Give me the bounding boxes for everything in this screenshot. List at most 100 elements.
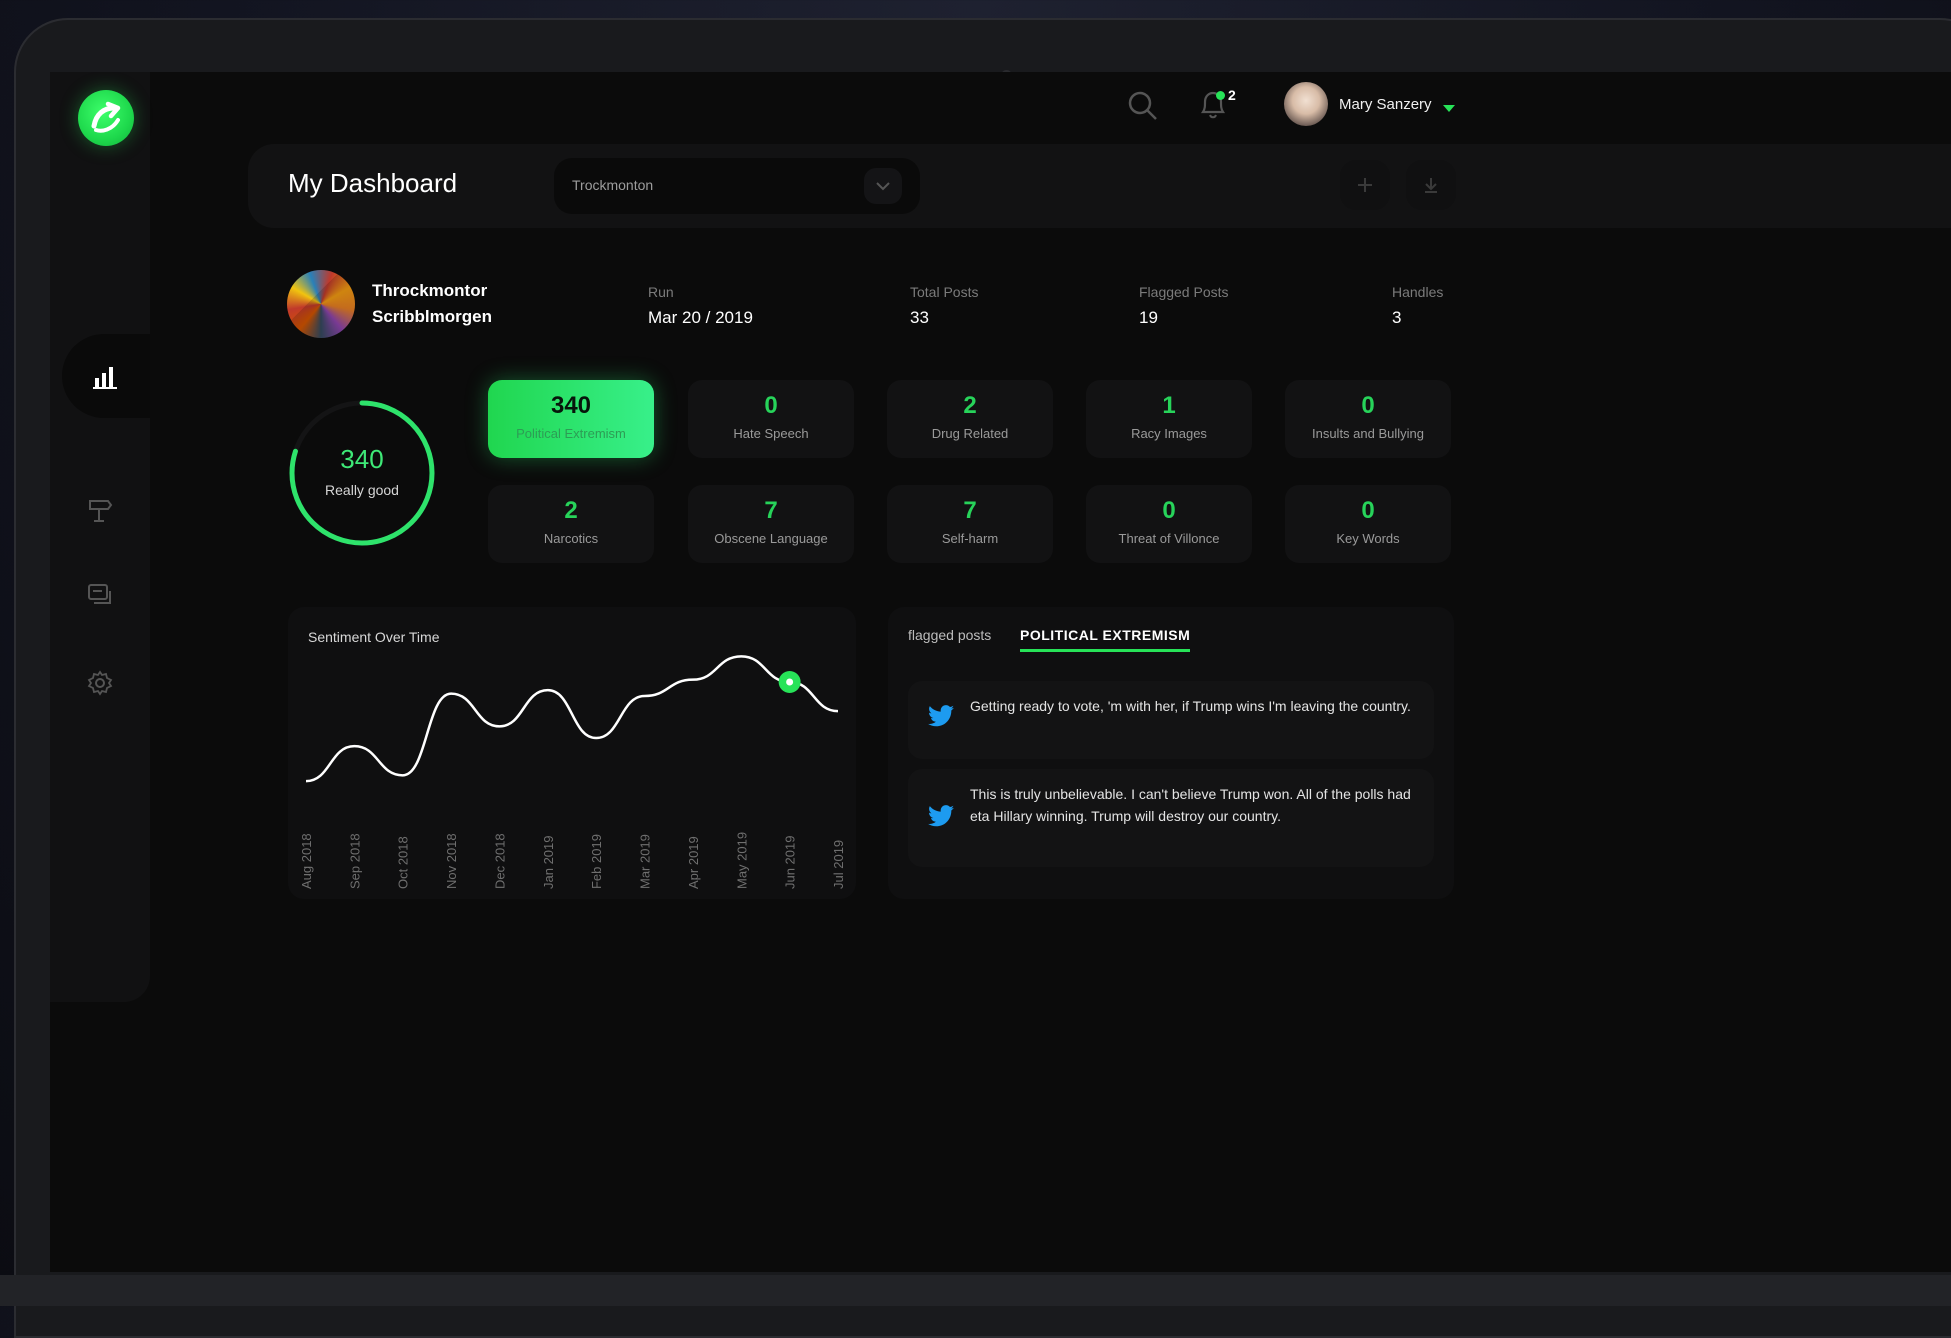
laptop-bezel xyxy=(0,1275,1951,1306)
profile-name: Throckmontor Scribblmorgen xyxy=(372,278,492,330)
post-text: Getting ready to vote, 'm with her, if T… xyxy=(970,695,1420,717)
sentiment-chart-card: Sentiment Over Time Aug 2018Sep 2018Oct … xyxy=(288,607,856,899)
stat-value: 19 xyxy=(1139,308,1229,328)
nav-settings[interactable] xyxy=(50,638,150,728)
category-count: 0 xyxy=(1285,497,1451,525)
page-title: My Dashboard xyxy=(288,168,457,199)
category-label: Obscene Language xyxy=(688,531,854,546)
flagged-post[interactable]: Getting ready to vote, 'm with her, if T… xyxy=(908,681,1434,759)
user-menu-caret-icon[interactable] xyxy=(1443,105,1455,112)
stat-value: 33 xyxy=(910,308,978,328)
x-tick-label: Oct 2018 xyxy=(396,836,411,889)
x-tick-label: Jan 2019 xyxy=(541,836,556,890)
profile-last-name: Scribblmorgen xyxy=(372,304,492,330)
user-name[interactable]: Mary Sanzery xyxy=(1339,96,1432,113)
app-screen: 2 Mary Sanzery My Dashboard Trockmonton xyxy=(50,72,1951,1272)
x-tick-label: May 2019 xyxy=(734,832,749,889)
category-count: 1 xyxy=(1086,392,1252,420)
category-count: 0 xyxy=(1086,497,1252,525)
x-tick-label: Nov 2018 xyxy=(444,833,459,889)
search-button[interactable] xyxy=(1123,86,1163,126)
category-count: 7 xyxy=(688,497,854,525)
download-button[interactable] xyxy=(1406,160,1456,210)
x-tick-label: Jul 2019 xyxy=(831,840,846,889)
score-label: Really good xyxy=(286,482,438,498)
search-icon xyxy=(1123,86,1163,126)
category-label: Political Extremism xyxy=(488,426,654,441)
stat-handles: Handles 3 xyxy=(1392,284,1443,328)
sentiment-line-chart: Aug 2018Sep 2018Oct 2018Nov 2018Dec 2018… xyxy=(288,607,856,899)
twitter-icon xyxy=(928,805,954,832)
profile-first-name: Throckmontor xyxy=(372,278,492,304)
app-logo[interactable] xyxy=(78,90,134,146)
stat-flagged-posts: Flagged Posts 19 xyxy=(1139,284,1229,328)
category-card-self-harm[interactable]: 7 Self-harm xyxy=(887,485,1053,563)
notification-count: 2 xyxy=(1228,87,1236,103)
flagged-post[interactable]: This is truly unbelievable. I can't beli… xyxy=(908,769,1434,867)
x-tick-label: Jun 2019 xyxy=(783,836,798,890)
highlight-point-center xyxy=(786,679,793,686)
category-count: 2 xyxy=(887,392,1053,420)
stat-label: Run xyxy=(648,284,753,300)
category-label: Self-harm xyxy=(887,531,1053,546)
sentiment-line xyxy=(306,656,838,781)
stat-value: Mar 20 / 2019 xyxy=(648,308,753,328)
nav-dashboard[interactable] xyxy=(62,334,150,418)
select-dropdown-button[interactable] xyxy=(864,168,902,204)
category-card-key-words[interactable]: 0 Key Words xyxy=(1285,485,1451,563)
category-label: Key Words xyxy=(1285,531,1451,546)
download-icon xyxy=(1421,175,1441,195)
chevron-down-icon xyxy=(875,181,891,191)
category-label: Narcotics xyxy=(488,531,654,546)
category-label: Racy Images xyxy=(1086,426,1252,441)
category-card-insults-bullying[interactable]: 0 Insults and Bullying xyxy=(1285,380,1451,458)
x-tick-label: Feb 2019 xyxy=(589,834,604,889)
category-card-political-extremism[interactable]: 340 Political Extremism xyxy=(488,380,654,458)
stat-label: Flagged Posts xyxy=(1139,284,1229,300)
signpost-icon xyxy=(86,495,114,523)
category-count: 0 xyxy=(688,392,854,420)
category-count: 0 xyxy=(1285,392,1451,420)
score-value: 340 xyxy=(286,444,438,475)
category-card-obscene-language[interactable]: 7 Obscene Language xyxy=(688,485,854,563)
stat-label: Total Posts xyxy=(910,284,978,300)
post-text: This is truly unbelievable. I can't beli… xyxy=(970,783,1420,827)
bar-chart-icon xyxy=(91,361,121,391)
nav-signpost[interactable] xyxy=(50,464,150,554)
sidebar xyxy=(50,72,150,1002)
gear-icon xyxy=(86,669,114,697)
category-count: 2 xyxy=(488,497,654,525)
profile-avatar xyxy=(287,270,355,338)
plus-icon xyxy=(1355,175,1375,195)
nav-messages[interactable] xyxy=(50,550,150,640)
add-button[interactable] xyxy=(1340,160,1390,210)
stat-run: Run Mar 20 / 2019 xyxy=(648,284,753,328)
category-label: Drug Related xyxy=(887,426,1053,441)
category-card-racy-images[interactable]: 1 Racy Images xyxy=(1086,380,1252,458)
logo-icon xyxy=(78,90,134,146)
category-label: Insults and Bullying xyxy=(1285,426,1451,441)
stat-label: Handles xyxy=(1392,284,1443,300)
category-card-drug-related[interactable]: 2 Drug Related xyxy=(887,380,1053,458)
tab-political-extremism[interactable]: POLITICAL EXTREMISM xyxy=(1020,627,1190,652)
flagged-posts-card: flagged posts POLITICAL EXTREMISM Gettin… xyxy=(888,607,1454,899)
x-tick-label: Apr 2019 xyxy=(686,836,701,889)
flagged-posts-label: flagged posts xyxy=(908,627,991,643)
twitter-icon xyxy=(928,705,954,732)
x-tick-label: Dec 2018 xyxy=(492,833,507,889)
category-count: 340 xyxy=(488,392,654,420)
category-label: Hate Speech xyxy=(688,426,854,441)
category-card-hate-speech[interactable]: 0 Hate Speech xyxy=(688,380,854,458)
user-avatar[interactable] xyxy=(1284,82,1328,126)
select-value: Trockmonton xyxy=(572,177,653,193)
stat-total-posts: Total Posts 33 xyxy=(910,284,978,328)
category-card-narcotics[interactable]: 2 Narcotics xyxy=(488,485,654,563)
category-card-threat-of-violence[interactable]: 0 Threat of Villonce xyxy=(1086,485,1252,563)
profile-select[interactable]: Trockmonton xyxy=(554,158,920,214)
header-bar: My Dashboard Trockmonton xyxy=(248,144,1951,228)
x-tick-label: Mar 2019 xyxy=(638,834,653,889)
category-count: 7 xyxy=(887,497,1053,525)
stat-value: 3 xyxy=(1392,308,1443,328)
x-tick-label: Aug 2018 xyxy=(299,833,314,889)
chat-icon xyxy=(86,581,114,609)
